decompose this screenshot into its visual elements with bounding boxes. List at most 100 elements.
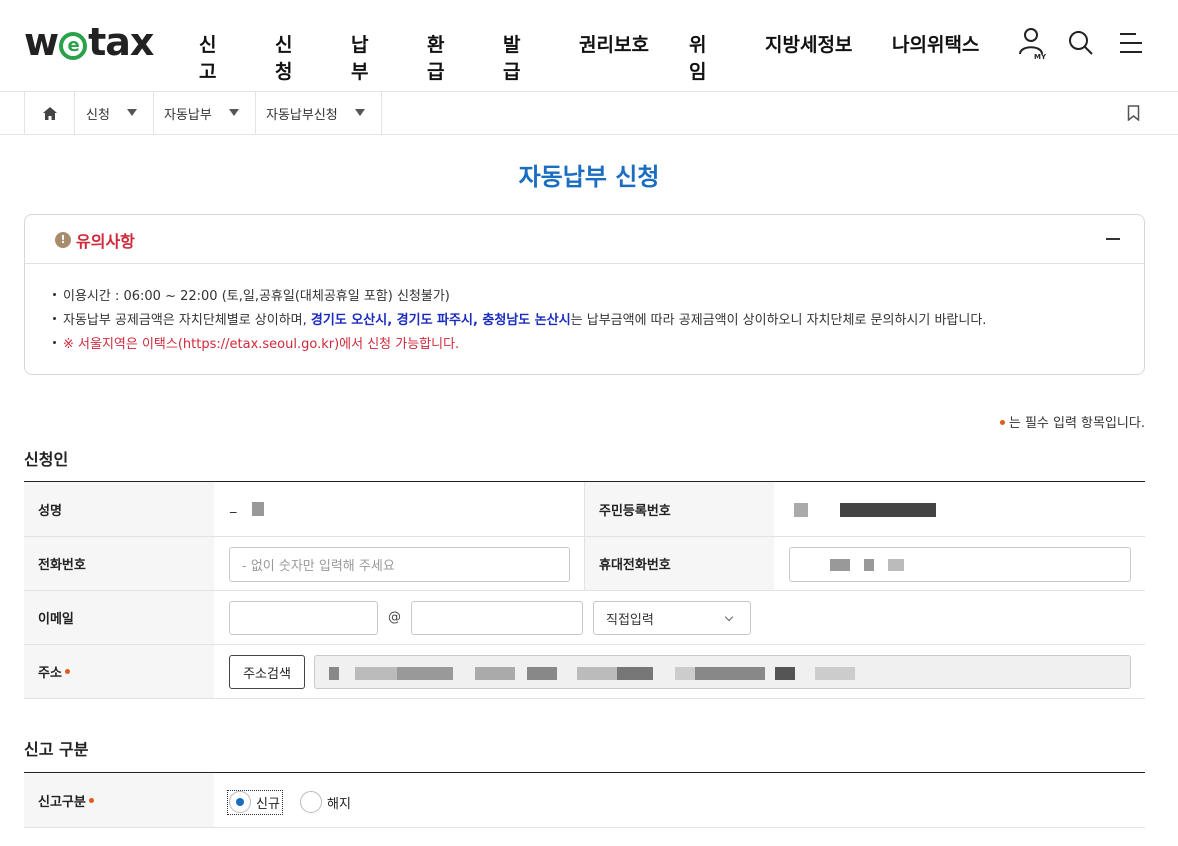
home-icon bbox=[42, 106, 57, 120]
rrn-label: 주민등록번호 bbox=[584, 482, 774, 536]
email-domain-select-value: 직접입력 bbox=[606, 612, 654, 628]
required-note: 는 필수 입력 항목입니다. bbox=[999, 412, 1145, 431]
notice-text: ※ 서울지역은 이택스(https://etax.seoul.go.kr)에서 … bbox=[63, 337, 460, 352]
required-note-text: 는 필수 입력 항목입니다. bbox=[1008, 416, 1145, 431]
masked-text bbox=[397, 667, 453, 680]
name-value-cell: _ bbox=[214, 482, 584, 536]
address-cell: 주소검색 bbox=[214, 645, 1145, 698]
my-icon[interactable]: MY bbox=[1018, 26, 1048, 60]
phone-placeholder: - 없이 숫자만 입력해 주세요 bbox=[242, 559, 395, 574]
nav-item-rights[interactable]: 권리보호 bbox=[579, 30, 649, 57]
mobile-label: 휴대전화번호 bbox=[584, 537, 774, 590]
masked-text bbox=[617, 667, 653, 680]
masked-text bbox=[475, 667, 515, 680]
nav-item-issue[interactable]: 발급 bbox=[503, 30, 520, 84]
page-title: 자동납부 신청 bbox=[518, 163, 660, 191]
logo-e: e bbox=[59, 32, 88, 60]
table-row: 주소 주소검색 bbox=[24, 645, 1145, 699]
nav-item-report[interactable]: 신고 bbox=[199, 30, 216, 84]
breadcrumb-label: 신청 bbox=[86, 107, 110, 123]
required-dot-icon bbox=[999, 420, 1005, 425]
mobile-cell bbox=[774, 537, 1145, 590]
bookmark-icon[interactable] bbox=[1127, 105, 1140, 125]
section-title-applicant: 신청인 bbox=[24, 450, 69, 469]
caret-down-icon bbox=[229, 109, 239, 116]
notice-text: 이용시간 : 06:00 ~ 22:00 (토,일,공휴일(대체공휴일 포함) … bbox=[63, 289, 450, 304]
mobile-input[interactable] bbox=[789, 547, 1131, 582]
required-dot-icon bbox=[88, 797, 94, 803]
applicant-table: 성명 _ 주민등록번호 전화번호 - 없이 숫자만 입력해 주세요 휴대전화번호 bbox=[24, 481, 1145, 699]
phone-label: 전화번호 bbox=[24, 537, 214, 590]
breadcrumb-label: 자동납부 bbox=[164, 107, 212, 123]
notice-item: 이용시간 : 06:00 ~ 22:00 (토,일,공휴일(대체공휴일 포함) … bbox=[53, 285, 986, 309]
email-label: 이메일 bbox=[24, 591, 214, 644]
report-table: 신고구분 신규 해지 bbox=[24, 772, 1145, 828]
radio-new-label[interactable]: 신규 bbox=[256, 793, 280, 812]
masked-text bbox=[695, 667, 765, 680]
phone-input[interactable]: - 없이 숫자만 입력해 주세요 bbox=[229, 547, 570, 582]
report-type-label-cell: 신고구분 bbox=[24, 773, 214, 827]
breadcrumb: 신청 자동납부 자동납부신청 bbox=[0, 92, 1178, 135]
name-label: 성명 bbox=[24, 482, 214, 536]
my-icon-label: MY bbox=[1034, 53, 1047, 60]
table-row: 성명 _ 주민등록번호 bbox=[24, 482, 1145, 537]
masked-text bbox=[815, 667, 855, 680]
caret-down-icon bbox=[355, 109, 365, 116]
table-row: 전화번호 - 없이 숫자만 입력해 주세요 휴대전화번호 bbox=[24, 537, 1145, 591]
nav-item-pay[interactable]: 납부 bbox=[351, 30, 368, 84]
radio-cancel-label[interactable]: 해지 bbox=[327, 793, 351, 812]
phone-cell: - 없이 숫자만 입력해 주세요 bbox=[214, 537, 584, 590]
rrn-value-cell bbox=[774, 482, 1145, 536]
address-label-cell: 주소 bbox=[24, 645, 214, 698]
notice-highlight: 경기도 오산시, 경기도 파주시, 충청남도 논산시 bbox=[310, 313, 571, 328]
radio-cancel[interactable] bbox=[300, 791, 322, 813]
email-local-input[interactable] bbox=[229, 601, 378, 635]
nav-item-delegate[interactable]: 위임 bbox=[689, 30, 706, 84]
breadcrumb-item-apply[interactable]: 신청 bbox=[74, 92, 153, 134]
wetax-logo[interactable]: w e tax bbox=[24, 20, 154, 64]
warning-icon: ! bbox=[55, 232, 71, 248]
masked-text bbox=[840, 503, 936, 517]
notice-title: 유의사항 bbox=[76, 232, 135, 251]
radio-new[interactable] bbox=[229, 791, 251, 813]
name-value: _ bbox=[230, 499, 237, 514]
email-domain-input[interactable] bbox=[411, 601, 583, 635]
masked-text bbox=[252, 502, 264, 516]
search-icon[interactable] bbox=[1068, 30, 1094, 56]
breadcrumb-home[interactable] bbox=[24, 92, 74, 134]
masked-text bbox=[527, 667, 557, 680]
notice-text: 는 납부금액에 따라 공제금액이 상이하오니 자치단체로 문의하시기 바랍니다. bbox=[570, 313, 987, 328]
address-search-button[interactable]: 주소검색 bbox=[229, 655, 305, 689]
masked-text bbox=[830, 559, 850, 571]
table-row: 이메일 @ 직접입력 bbox=[24, 591, 1145, 645]
collapse-icon[interactable] bbox=[1106, 238, 1120, 240]
address-input bbox=[314, 655, 1131, 689]
masked-text bbox=[794, 503, 808, 517]
nav-item-refund[interactable]: 환급 bbox=[427, 30, 444, 84]
notice-item: 자동납부 공제금액은 자치단체별로 상이하며, 경기도 오산시, 경기도 파주시… bbox=[53, 309, 986, 333]
email-domain-select[interactable]: 직접입력 bbox=[593, 601, 751, 635]
address-label: 주소 bbox=[38, 666, 62, 681]
required-dot-icon bbox=[64, 669, 70, 674]
logo-prefix: w bbox=[24, 20, 59, 64]
site-header: w e tax 신고 신청 납부 환급 발급 권리보호 위임 지방세정보 나의위택스… bbox=[0, 0, 1178, 92]
nav-item-my-wetax[interactable]: 나의위택스 bbox=[892, 30, 979, 57]
masked-text bbox=[864, 559, 874, 571]
email-at: @ bbox=[388, 610, 401, 625]
caret-down-icon bbox=[127, 109, 137, 116]
breadcrumb-item-autopay-apply[interactable]: 자동납부신청 bbox=[255, 92, 382, 134]
notice-header[interactable]: ! 유의사항 bbox=[25, 215, 1144, 264]
masked-text bbox=[329, 667, 339, 680]
breadcrumb-item-autopay[interactable]: 자동납부 bbox=[153, 92, 255, 134]
notice-text: 자동납부 공제금액은 자치단체별로 상이하며, bbox=[63, 313, 311, 328]
masked-text bbox=[775, 667, 795, 680]
report-type-label: 신고구분 bbox=[38, 794, 86, 810]
nav-item-apply[interactable]: 신청 bbox=[275, 30, 292, 84]
nav-item-localtax-info[interactable]: 지방세정보 bbox=[765, 30, 852, 57]
menu-icon[interactable] bbox=[1118, 31, 1144, 55]
table-row: 신고구분 신규 해지 bbox=[24, 773, 1145, 828]
section-title-report: 신고 구분 bbox=[24, 740, 89, 759]
breadcrumb-label: 자동납부신청 bbox=[266, 107, 338, 123]
notice-panel: ! 유의사항 이용시간 : 06:00 ~ 22:00 (토,일,공휴일(대체공… bbox=[24, 214, 1145, 375]
chevron-down-icon bbox=[724, 612, 734, 622]
